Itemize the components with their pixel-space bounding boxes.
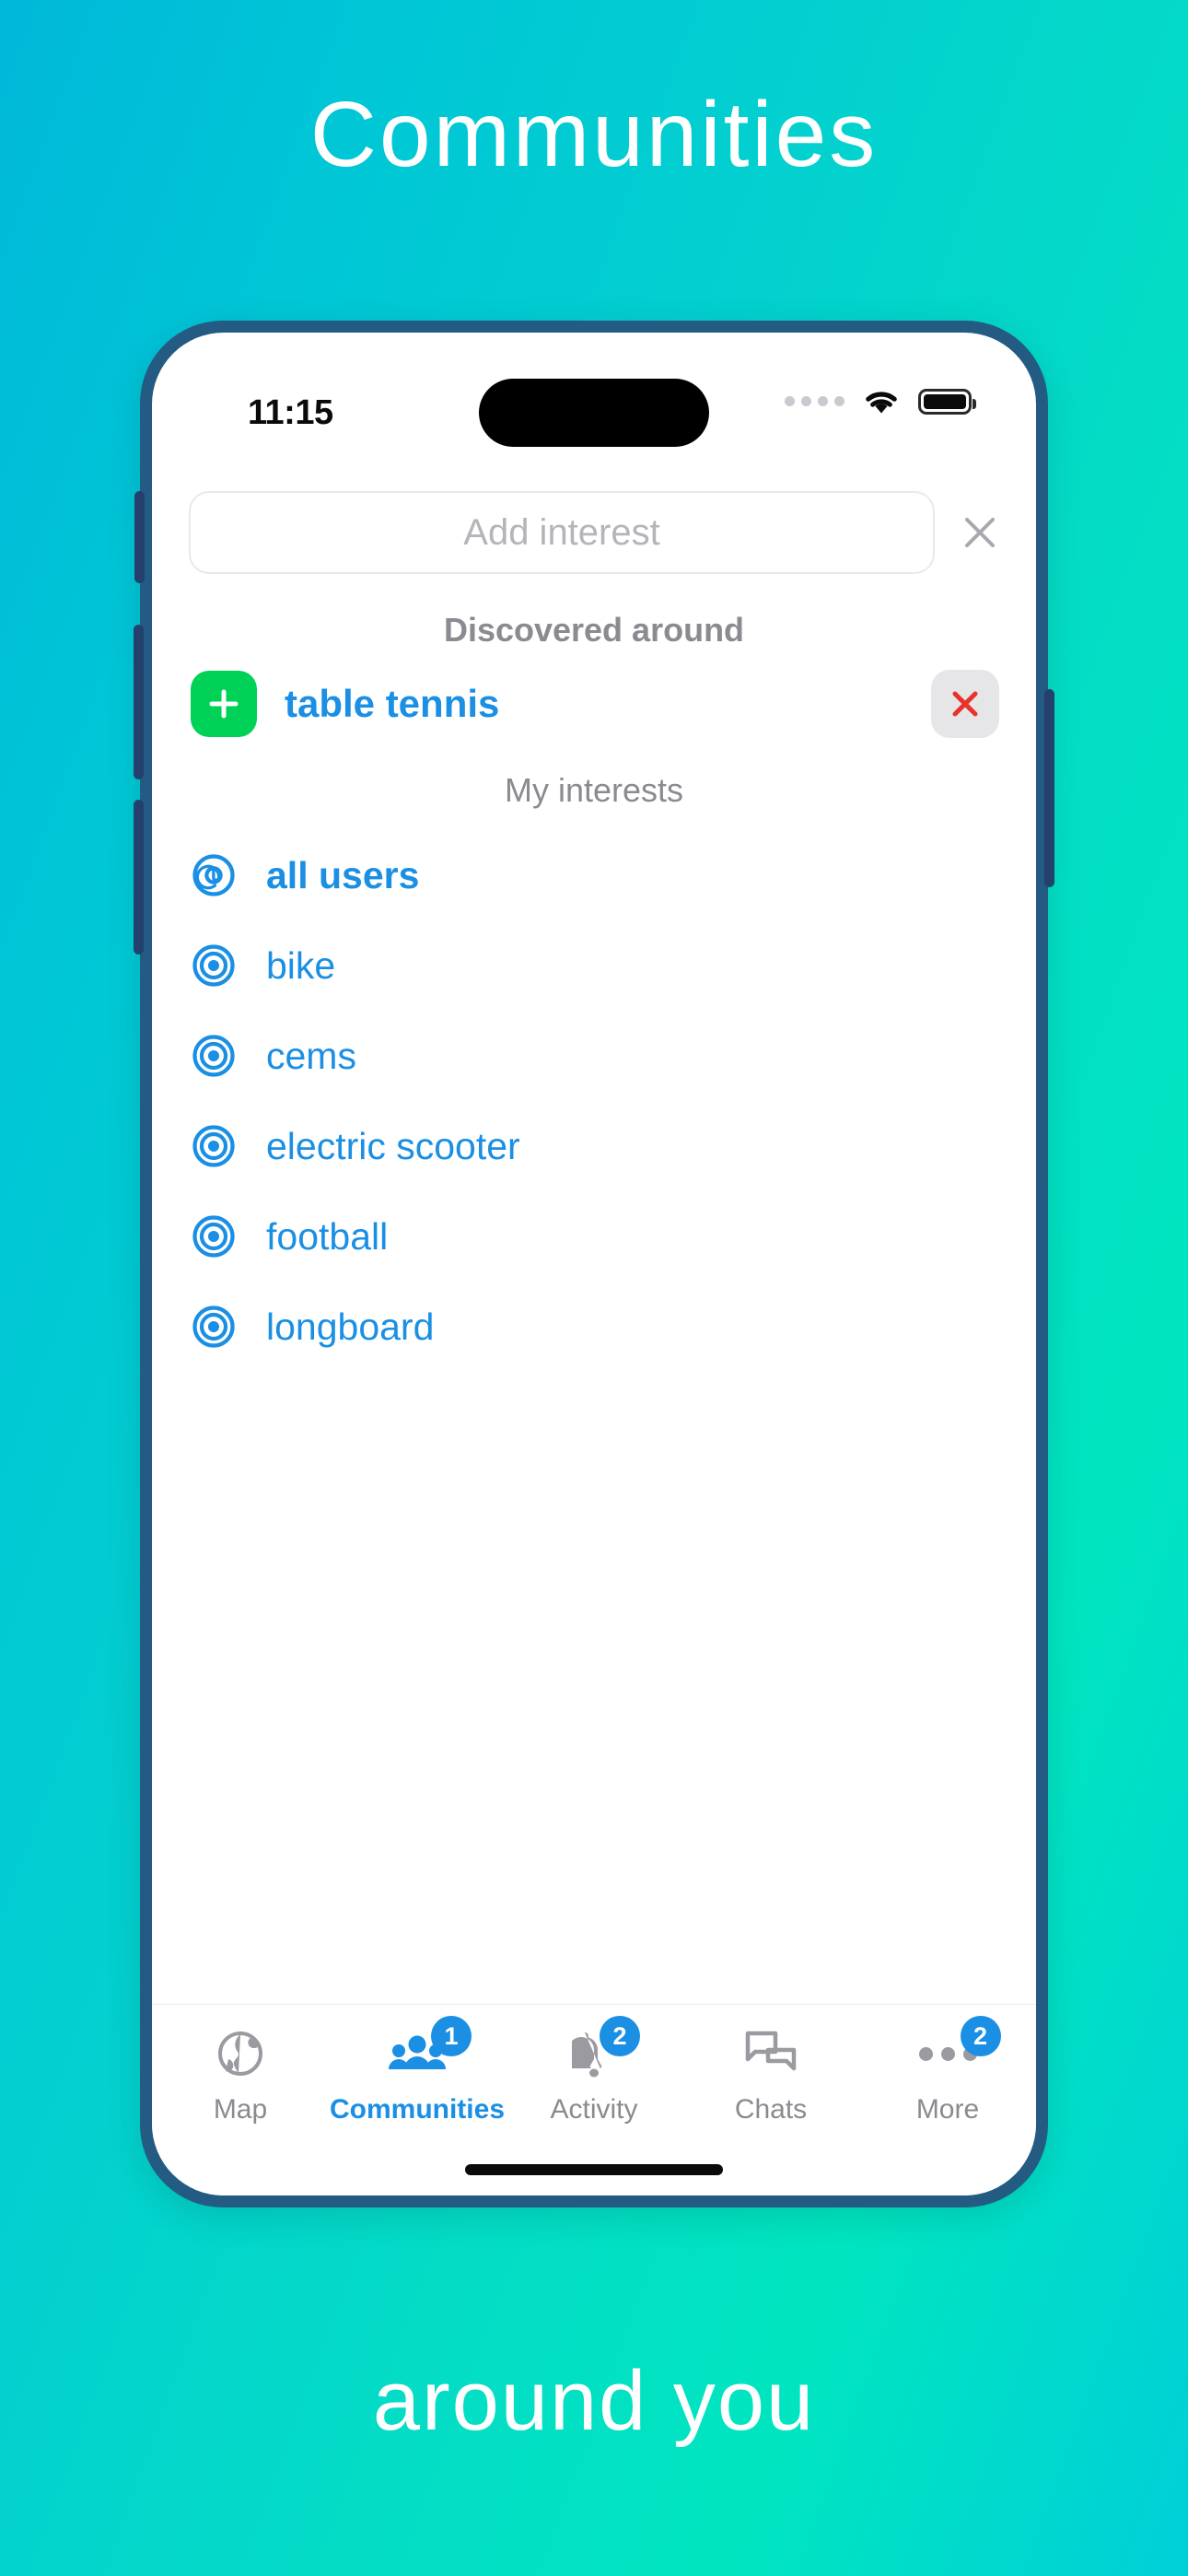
- status-bar: 11:15: [152, 333, 1036, 469]
- volume-up-button[interactable]: [134, 625, 144, 779]
- dynamic-island: [479, 379, 709, 447]
- power-button[interactable]: [1044, 689, 1054, 887]
- list-item-label: bike: [266, 943, 336, 987]
- list-item-label: electric scooter: [266, 1124, 520, 1167]
- tab-map[interactable]: Map: [152, 2025, 329, 2125]
- list-item[interactable]: bike: [152, 920, 1036, 1011]
- list-item-label: cems: [266, 1034, 356, 1077]
- people-icon: 1: [387, 2016, 472, 2082]
- tab-more[interactable]: 2 More: [859, 2016, 1036, 2125]
- tab-badge: 2: [960, 2016, 1001, 2056]
- my-interests-heading: My interests: [504, 771, 684, 809]
- tab-badge: 1: [431, 2016, 472, 2056]
- plus-icon[interactable]: [191, 671, 257, 737]
- search-input[interactable]: [189, 491, 935, 574]
- status-time: 11:15: [248, 393, 333, 432]
- bell-icon: 2: [572, 2016, 640, 2082]
- promo-caption: around you: [372, 2354, 816, 2448]
- at-circle-icon: [191, 1304, 237, 1350]
- list-item[interactable]: all users: [152, 830, 1036, 920]
- list-item-label: all users: [266, 853, 420, 896]
- close-icon[interactable]: [931, 670, 999, 738]
- status-indicators: [785, 388, 976, 416]
- tab-label: Chats: [734, 2094, 808, 2125]
- close-icon[interactable]: [955, 508, 1005, 557]
- discovered-row[interactable]: table tennis: [152, 650, 1036, 738]
- interest-list: all users bike cems electric scooter foo…: [152, 810, 1036, 1372]
- silent-switch-button[interactable]: [134, 491, 145, 583]
- at-circle-icon: [191, 1033, 237, 1079]
- phone-screen: 11:15 Add interest Discovered around tab…: [152, 333, 1036, 2195]
- tab-chats[interactable]: Chats: [682, 2025, 859, 2125]
- at-circle-icon: [191, 943, 237, 989]
- at-circle-icon: [191, 852, 237, 898]
- chat-icon: [744, 2025, 798, 2082]
- discovered-item-label[interactable]: table tennis: [285, 682, 903, 726]
- wifi-icon: [862, 388, 901, 416]
- tab-label: Activity: [550, 2094, 638, 2125]
- volume-down-button[interactable]: [134, 800, 144, 954]
- list-item[interactable]: longboard: [152, 1282, 1036, 1372]
- list-item-label: football: [266, 1214, 389, 1258]
- battery-full-icon: [918, 389, 976, 415]
- tab-label: More: [915, 2094, 980, 2125]
- discovered-heading: Discovered around: [443, 611, 745, 649]
- list-item-label: longboard: [266, 1305, 435, 1348]
- tab-label: Communities: [329, 2094, 506, 2125]
- search-row: [152, 469, 1036, 574]
- tab-communities[interactable]: 1 Communities: [329, 2016, 506, 2125]
- promo-title: Communities: [309, 83, 879, 186]
- dots-icon: 2: [918, 2016, 1001, 2082]
- at-circle-icon: [191, 1213, 237, 1259]
- tab-badge: 2: [600, 2016, 640, 2056]
- tab-label: Map: [213, 2094, 268, 2125]
- list-item[interactable]: electric scooter: [152, 1101, 1036, 1191]
- app-content: Discovered around table tennis My intere…: [152, 469, 1036, 2195]
- at-circle-icon: [191, 1123, 237, 1169]
- home-indicator[interactable]: [465, 2164, 723, 2175]
- phone-mockup: 11:15 Add interest Discovered around tab…: [134, 321, 1054, 2207]
- tab-activity[interactable]: 2 Activity: [506, 2016, 682, 2125]
- list-item[interactable]: cems: [152, 1011, 1036, 1101]
- list-item[interactable]: football: [152, 1191, 1036, 1282]
- cellular-dots-icon: [785, 395, 844, 408]
- globe-icon: [215, 2025, 265, 2082]
